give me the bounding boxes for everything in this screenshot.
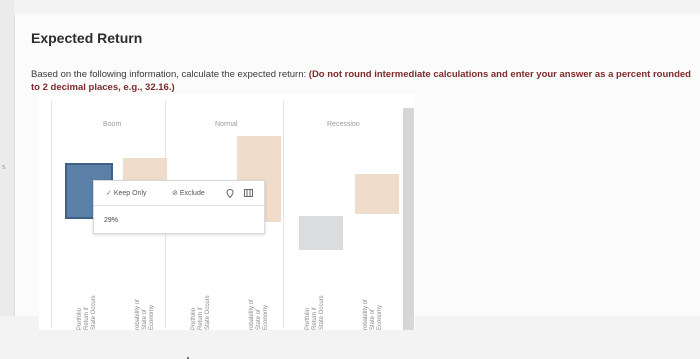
category-label-recession: Recession [327,121,360,128]
group-icon[interactable] [226,188,234,200]
left-gutter-mark: s [2,164,6,171]
axis-label: robability of State of Economy [249,299,269,330]
axis-label: Portfolio Return if State Occurs [305,295,325,330]
bar-recession-probability[interactable] [355,174,399,214]
page-title: Expected Return [31,30,143,46]
chart-scrollbar[interactable] [403,108,414,330]
keep-only-button[interactable]: ✓ Keep Only [106,189,147,197]
check-icon: ✓ [106,190,112,197]
tooltip-value: 29% [104,217,119,224]
exclude-icon: ⊘ [172,190,178,197]
axis-label: Portfolio Return if State Occurs [77,295,97,330]
category-label-boom: Boom [103,121,122,128]
page-left-gutter [0,0,14,316]
axis-label: robability of State of Economy [363,299,383,330]
selection-tooltip: ✓ Keep Only ⊘ Exclude 29% [93,180,265,234]
exclude-button[interactable]: ⊘ Exclude [172,189,205,197]
category-label-normal: Normal [215,121,238,128]
question-card: Expected Return Based on the following i… [14,14,700,359]
axis-label: Portfolio Return if State Occurs [191,295,211,330]
axis-label: robability of State of Economy [135,299,155,330]
bar-recession-return[interactable] [299,216,343,250]
view-data-icon[interactable] [244,189,253,199]
question-text: Based on the following information, calc… [31,68,699,94]
tooltip-actions: ✓ Keep Only ⊘ Exclude [94,181,264,206]
question-plain: Based on the following information, calc… [31,69,309,80]
